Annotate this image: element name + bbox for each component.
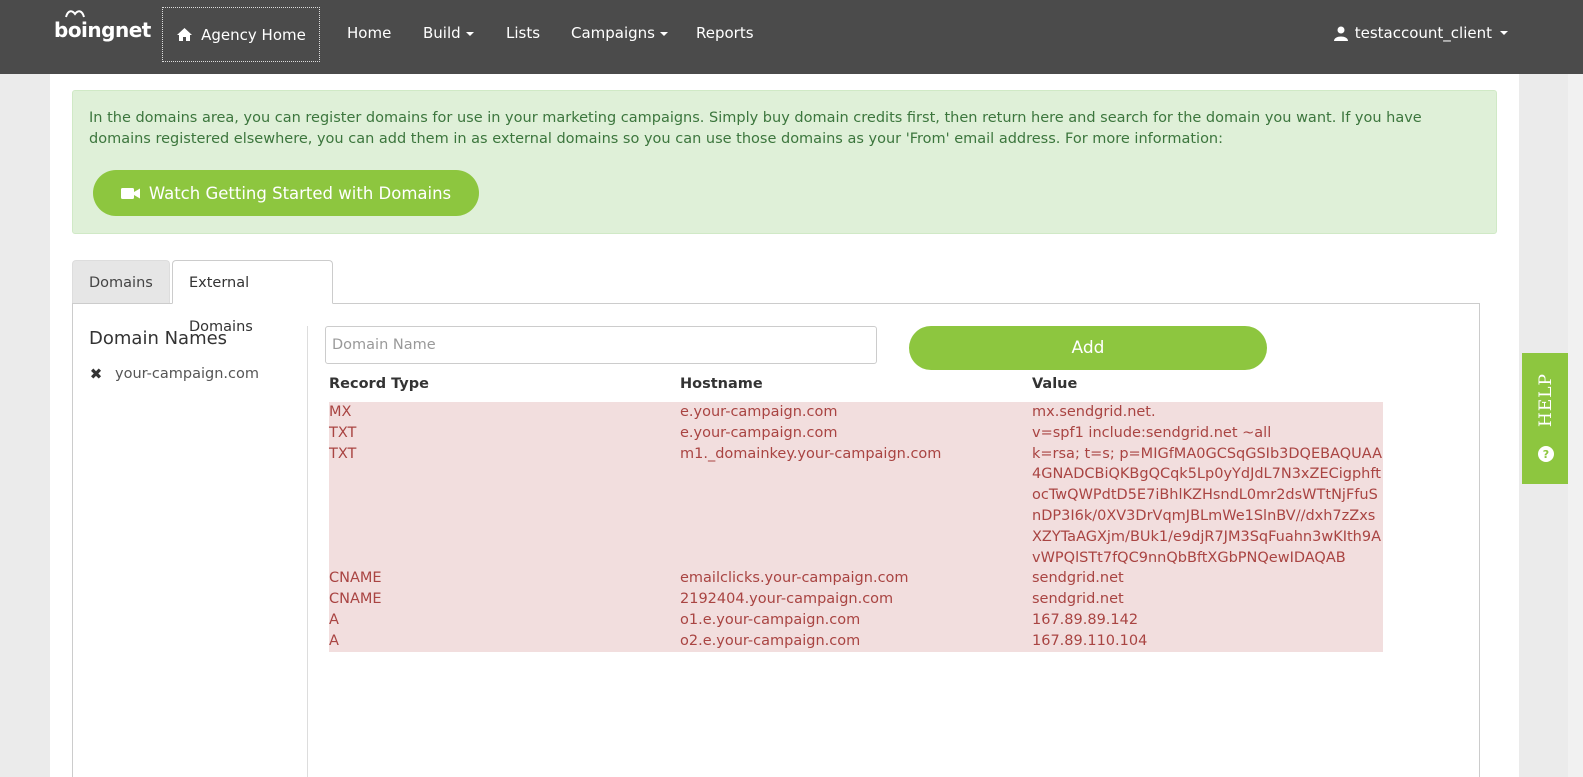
header-value: Value [1032, 376, 1078, 392]
table-row: CNAME emailclicks.your-campaign.com send… [329, 568, 1383, 589]
nav-campaigns[interactable]: Campaigns [571, 0, 669, 66]
logo-antenna-icon [65, 10, 85, 18]
hostname-cell: emailclicks.your-campaign.com [680, 570, 909, 587]
nav-build-label: Build [423, 24, 461, 42]
boingnet-logo[interactable]: boingnet [54, 10, 151, 48]
table-row: A o1.e.your-campaign.com 167.89.89.142 [329, 610, 1383, 631]
alert-text: In the domains area, you can register do… [89, 110, 1422, 147]
domain-list-item-label: your-campaign.com [115, 366, 259, 382]
table-row: A o2.e.your-campaign.com 167.89.110.104 [329, 631, 1383, 652]
logo-text: boingnet [54, 18, 151, 42]
record-type-cell: CNAME [329, 570, 382, 587]
user-menu[interactable]: testaccount_client [1333, 0, 1508, 66]
nav-build[interactable]: Build [423, 0, 474, 66]
hostname-cell: e.your-campaign.com [680, 404, 838, 420]
watch-getting-started-button[interactable]: Watch Getting Started with Domains [93, 170, 479, 216]
panel-divider [307, 326, 308, 777]
table-row: TXT m1._domainkey.your-campaign.com k=rs… [329, 444, 1383, 569]
dns-records-table: Record Type Hostname Value MX e.your-cam… [329, 376, 1383, 652]
watch-button-label: Watch Getting Started with Domains [148, 183, 452, 203]
page-edge [1568, 74, 1583, 777]
record-type-cell: TXT [329, 445, 357, 462]
user-icon [1333, 26, 1348, 41]
header-hostname: Hostname [680, 376, 763, 392]
nav-campaigns-label: Campaigns [571, 24, 656, 42]
help-label: HELP [1536, 373, 1556, 427]
caret-down-icon [1500, 31, 1508, 35]
main-container: In the domains area, you can register do… [50, 74, 1519, 777]
top-navbar: boingnet Agency Home Home Build Lists Ca… [0, 0, 1583, 74]
caret-down-icon [660, 31, 669, 36]
value-cell: v=spf1 include:sendgrid.net ~all [1032, 424, 1272, 441]
info-alert: In the domains area, you can register do… [72, 90, 1497, 234]
value-cell: 167.89.110.104 [1032, 632, 1148, 649]
hostname-cell: o1.e.your-campaign.com [680, 611, 861, 628]
remove-icon[interactable]: ✖ [89, 365, 103, 383]
question-icon: ? [1538, 446, 1554, 462]
record-type-cell: CNAME [329, 591, 382, 608]
record-type-cell: MX [329, 404, 352, 420]
external-domains-panel: Domain Names ✖ your-campaign.com Add Rec… [72, 303, 1480, 777]
value-cell: sendgrid.net [1032, 591, 1124, 608]
records-header-row: Record Type Hostname Value [329, 376, 1383, 402]
hostname-cell: e.your-campaign.com [680, 424, 838, 441]
value-cell: sendgrid.net [1032, 570, 1124, 587]
caret-down-icon [465, 31, 474, 36]
domain-name-input[interactable] [325, 326, 877, 364]
agency-home-button[interactable]: Agency Home [162, 7, 320, 62]
home-icon [177, 28, 193, 41]
records-body: MX e.your-campaign.com mx.sendgrid.net. … [329, 402, 1383, 652]
record-type-cell: TXT [329, 424, 357, 441]
value-cell: 167.89.89.142 [1032, 611, 1139, 628]
tab-domains[interactable]: Domains [72, 260, 170, 304]
tab-external-domains[interactable]: External Domains [172, 260, 333, 335]
hostname-cell: m1._domainkey.your-campaign.com [680, 445, 942, 462]
help-tab[interactable]: HELP ? [1522, 353, 1568, 484]
record-type-cell: A [329, 611, 339, 628]
user-name: testaccount_client [1354, 24, 1492, 42]
value-cell: mx.sendgrid.net. [1032, 404, 1156, 420]
value-cell: k=rsa; t=s; p=MIGfMA0GCSqGSIb3DQEBAQUAA4… [1032, 445, 1382, 566]
agency-home-label: Agency Home [201, 25, 306, 44]
hostname-cell: o2.e.your-campaign.com [680, 632, 861, 649]
nav-lists[interactable]: Lists [506, 0, 540, 66]
table-row: MX e.your-campaign.com mx.sendgrid.net. [329, 402, 1383, 423]
table-row: CNAME 2192404.your-campaign.com sendgrid… [329, 589, 1383, 610]
domain-list-item[interactable]: ✖ your-campaign.com [89, 365, 259, 383]
video-camera-icon [120, 187, 140, 199]
record-type-cell: A [329, 632, 339, 649]
table-row: TXT e.your-campaign.com v=spf1 include:s… [329, 423, 1383, 444]
nav-reports[interactable]: Reports [696, 0, 754, 66]
add-domain-button[interactable]: Add [909, 326, 1267, 370]
hostname-cell: 2192404.your-campaign.com [680, 591, 894, 608]
header-record-type: Record Type [329, 376, 429, 392]
nav-home[interactable]: Home [347, 0, 391, 66]
